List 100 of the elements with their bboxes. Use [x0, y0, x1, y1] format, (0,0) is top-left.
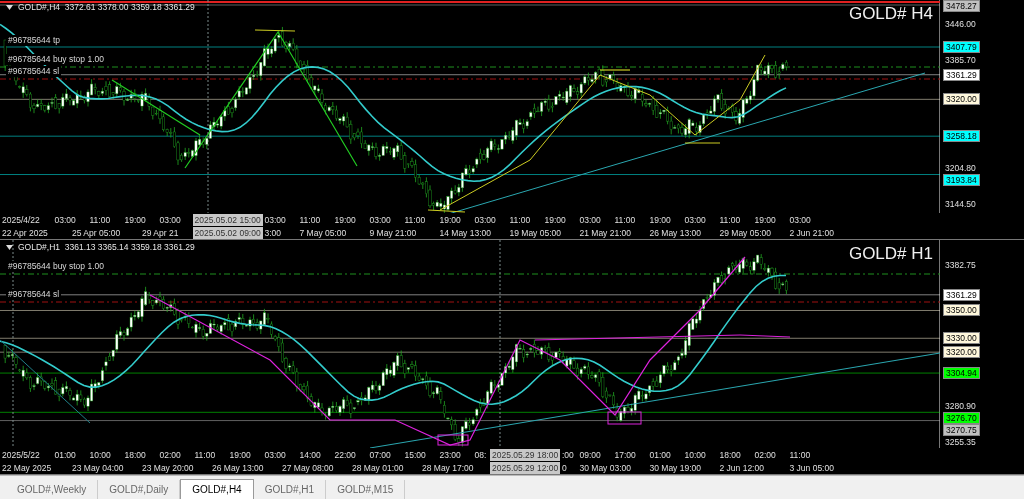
time-label: 09:00: [578, 449, 602, 460]
order-label: #96785644 buy stop 1.00: [6, 54, 106, 65]
time-label: 23:00: [438, 449, 462, 460]
time-label: 2 Jun 21:00: [788, 227, 835, 238]
time-label: 03:00: [473, 214, 497, 225]
price-label: 3361.29: [943, 288, 980, 301]
price-label: 3446.00: [944, 18, 977, 31]
time-label: 29 May 05:00: [718, 227, 772, 238]
time-label: 19:00: [123, 214, 147, 225]
order-label: #96785644 tp: [6, 35, 62, 46]
time-label: 22 May 2025: [1, 462, 53, 473]
time-label: 28 May 01:00: [351, 462, 405, 473]
time-label: 14:00: [298, 449, 322, 460]
price-label: 3478.27: [943, 0, 980, 12]
time-label: 03:00: [578, 214, 602, 225]
time-label: 7 May 05:00: [298, 227, 348, 238]
time-label: 11:00: [193, 449, 217, 460]
time-label: 10:00: [683, 449, 707, 460]
crosshair-time-label: 2025.05.29 18:00: [490, 448, 560, 461]
time-label: 03:00: [158, 214, 182, 225]
price-label: 3407.79: [943, 41, 980, 53]
time-label: 11:00: [508, 214, 532, 225]
time-label: 02:00: [158, 449, 182, 460]
time-label: 03:00: [368, 214, 392, 225]
price-label: 3330.00: [943, 332, 980, 345]
time-label: 01:00: [648, 449, 672, 460]
time-label: 18:00: [123, 449, 147, 460]
price-label: 3350.00: [943, 304, 980, 317]
time-label: 19 May 05:00: [508, 227, 562, 238]
time-label: :00: [561, 449, 575, 460]
time-label: 11:00: [788, 449, 812, 460]
price-label: 3280.90: [944, 400, 977, 413]
time-label: 2025/4/22: [1, 214, 41, 225]
time-label: 29 Apr 21: [141, 227, 180, 238]
price-label: 3382.75: [944, 259, 977, 271]
price-label: 3320.00: [943, 346, 980, 359]
time-label: 9 May 21:00: [368, 227, 418, 238]
time-label: 03:00: [263, 214, 287, 225]
chart-header: GOLD#,H1 3361.13 3365.14 3359.18 3361.29: [18, 242, 195, 252]
time-label: 19:00: [228, 449, 252, 460]
order-label: #96785644 sl: [6, 66, 62, 77]
time-label: 01:00: [53, 449, 77, 460]
price-label: 3304.94: [943, 367, 980, 380]
chart-title: GOLD# H4: [848, 4, 933, 24]
time-label: 26 May 13:00: [648, 227, 702, 238]
price-label: 3270.75: [943, 424, 980, 437]
time-label: 21 May 21:00: [578, 227, 632, 238]
time-label: 23 May 04:00: [71, 462, 125, 473]
time-label: 11:00: [613, 214, 637, 225]
time-label: 10:00: [88, 449, 112, 460]
time-label: 15:00: [403, 449, 427, 460]
time-label: 03:00: [683, 214, 707, 225]
time-label: 2025/5/22: [1, 449, 41, 460]
chart-title: GOLD# H1: [848, 244, 933, 264]
price-label: 3276.70: [943, 412, 980, 425]
time-label: 23 May 20:00: [141, 462, 195, 473]
crosshair-time-label: 2025.05.02 09:00: [192, 226, 263, 239]
time-label: 11:00: [88, 214, 112, 225]
time-label: 11:00: [718, 214, 742, 225]
chart-tab[interactable]: GOLD#,H4: [180, 479, 254, 499]
price-label: 3144.50: [944, 197, 977, 210]
price-label: 3204.80: [944, 162, 977, 174]
price-label: 3255.35: [944, 436, 977, 449]
time-label: 26 May 13:00: [211, 462, 265, 473]
time-label: 30 May 03:00: [578, 462, 632, 473]
time-label: 19:00: [648, 214, 672, 225]
time-label: 22 Apr 2025: [1, 227, 49, 238]
time-label: 25 Apr 05:00: [71, 227, 122, 238]
order-label: #96785644 buy stop 1.00: [6, 261, 106, 272]
price-label: 3320.00: [943, 93, 980, 106]
price-label: 3258.18: [943, 130, 980, 143]
time-label: 28 May 17:00: [421, 462, 475, 473]
time-label: 17:00: [613, 449, 637, 460]
time-label: 0: [561, 462, 568, 473]
time-label: 18:00: [718, 449, 742, 460]
price-label: 3361.29: [943, 68, 980, 81]
price-label: 3385.70: [944, 54, 977, 67]
time-label: 19:00: [543, 214, 567, 225]
crosshair-time-label: 2025.05.29 12:00: [490, 461, 560, 474]
time-label: 3:00: [263, 227, 283, 238]
order-label: #96785644 sl: [6, 289, 62, 300]
time-label: 27 May 08:00: [281, 462, 335, 473]
time-label: 03:00: [53, 214, 77, 225]
time-label: 2 Jun 12:00: [718, 462, 765, 473]
time-label: 19:00: [333, 214, 357, 225]
time-label: 03:00: [788, 214, 812, 225]
time-label: 08:: [473, 449, 488, 460]
time-label: 14 May 13:00: [438, 227, 492, 238]
time-label: 19:00: [438, 214, 462, 225]
time-label: 03:00: [263, 449, 287, 460]
time-label: 02:00: [753, 449, 777, 460]
crosshair-time-label: 2025.05.02 15:00: [192, 213, 263, 226]
time-label: 19:00: [753, 214, 777, 225]
time-label: 3 Jun 05:00: [788, 462, 835, 473]
time-label: 11:00: [298, 214, 322, 225]
time-label: 22:00: [333, 449, 357, 460]
time-label: 11:00: [403, 214, 427, 225]
time-label: 07:00: [368, 449, 392, 460]
time-label: 30 May 19:00: [648, 462, 702, 473]
price-label: 3193.84: [943, 174, 980, 186]
